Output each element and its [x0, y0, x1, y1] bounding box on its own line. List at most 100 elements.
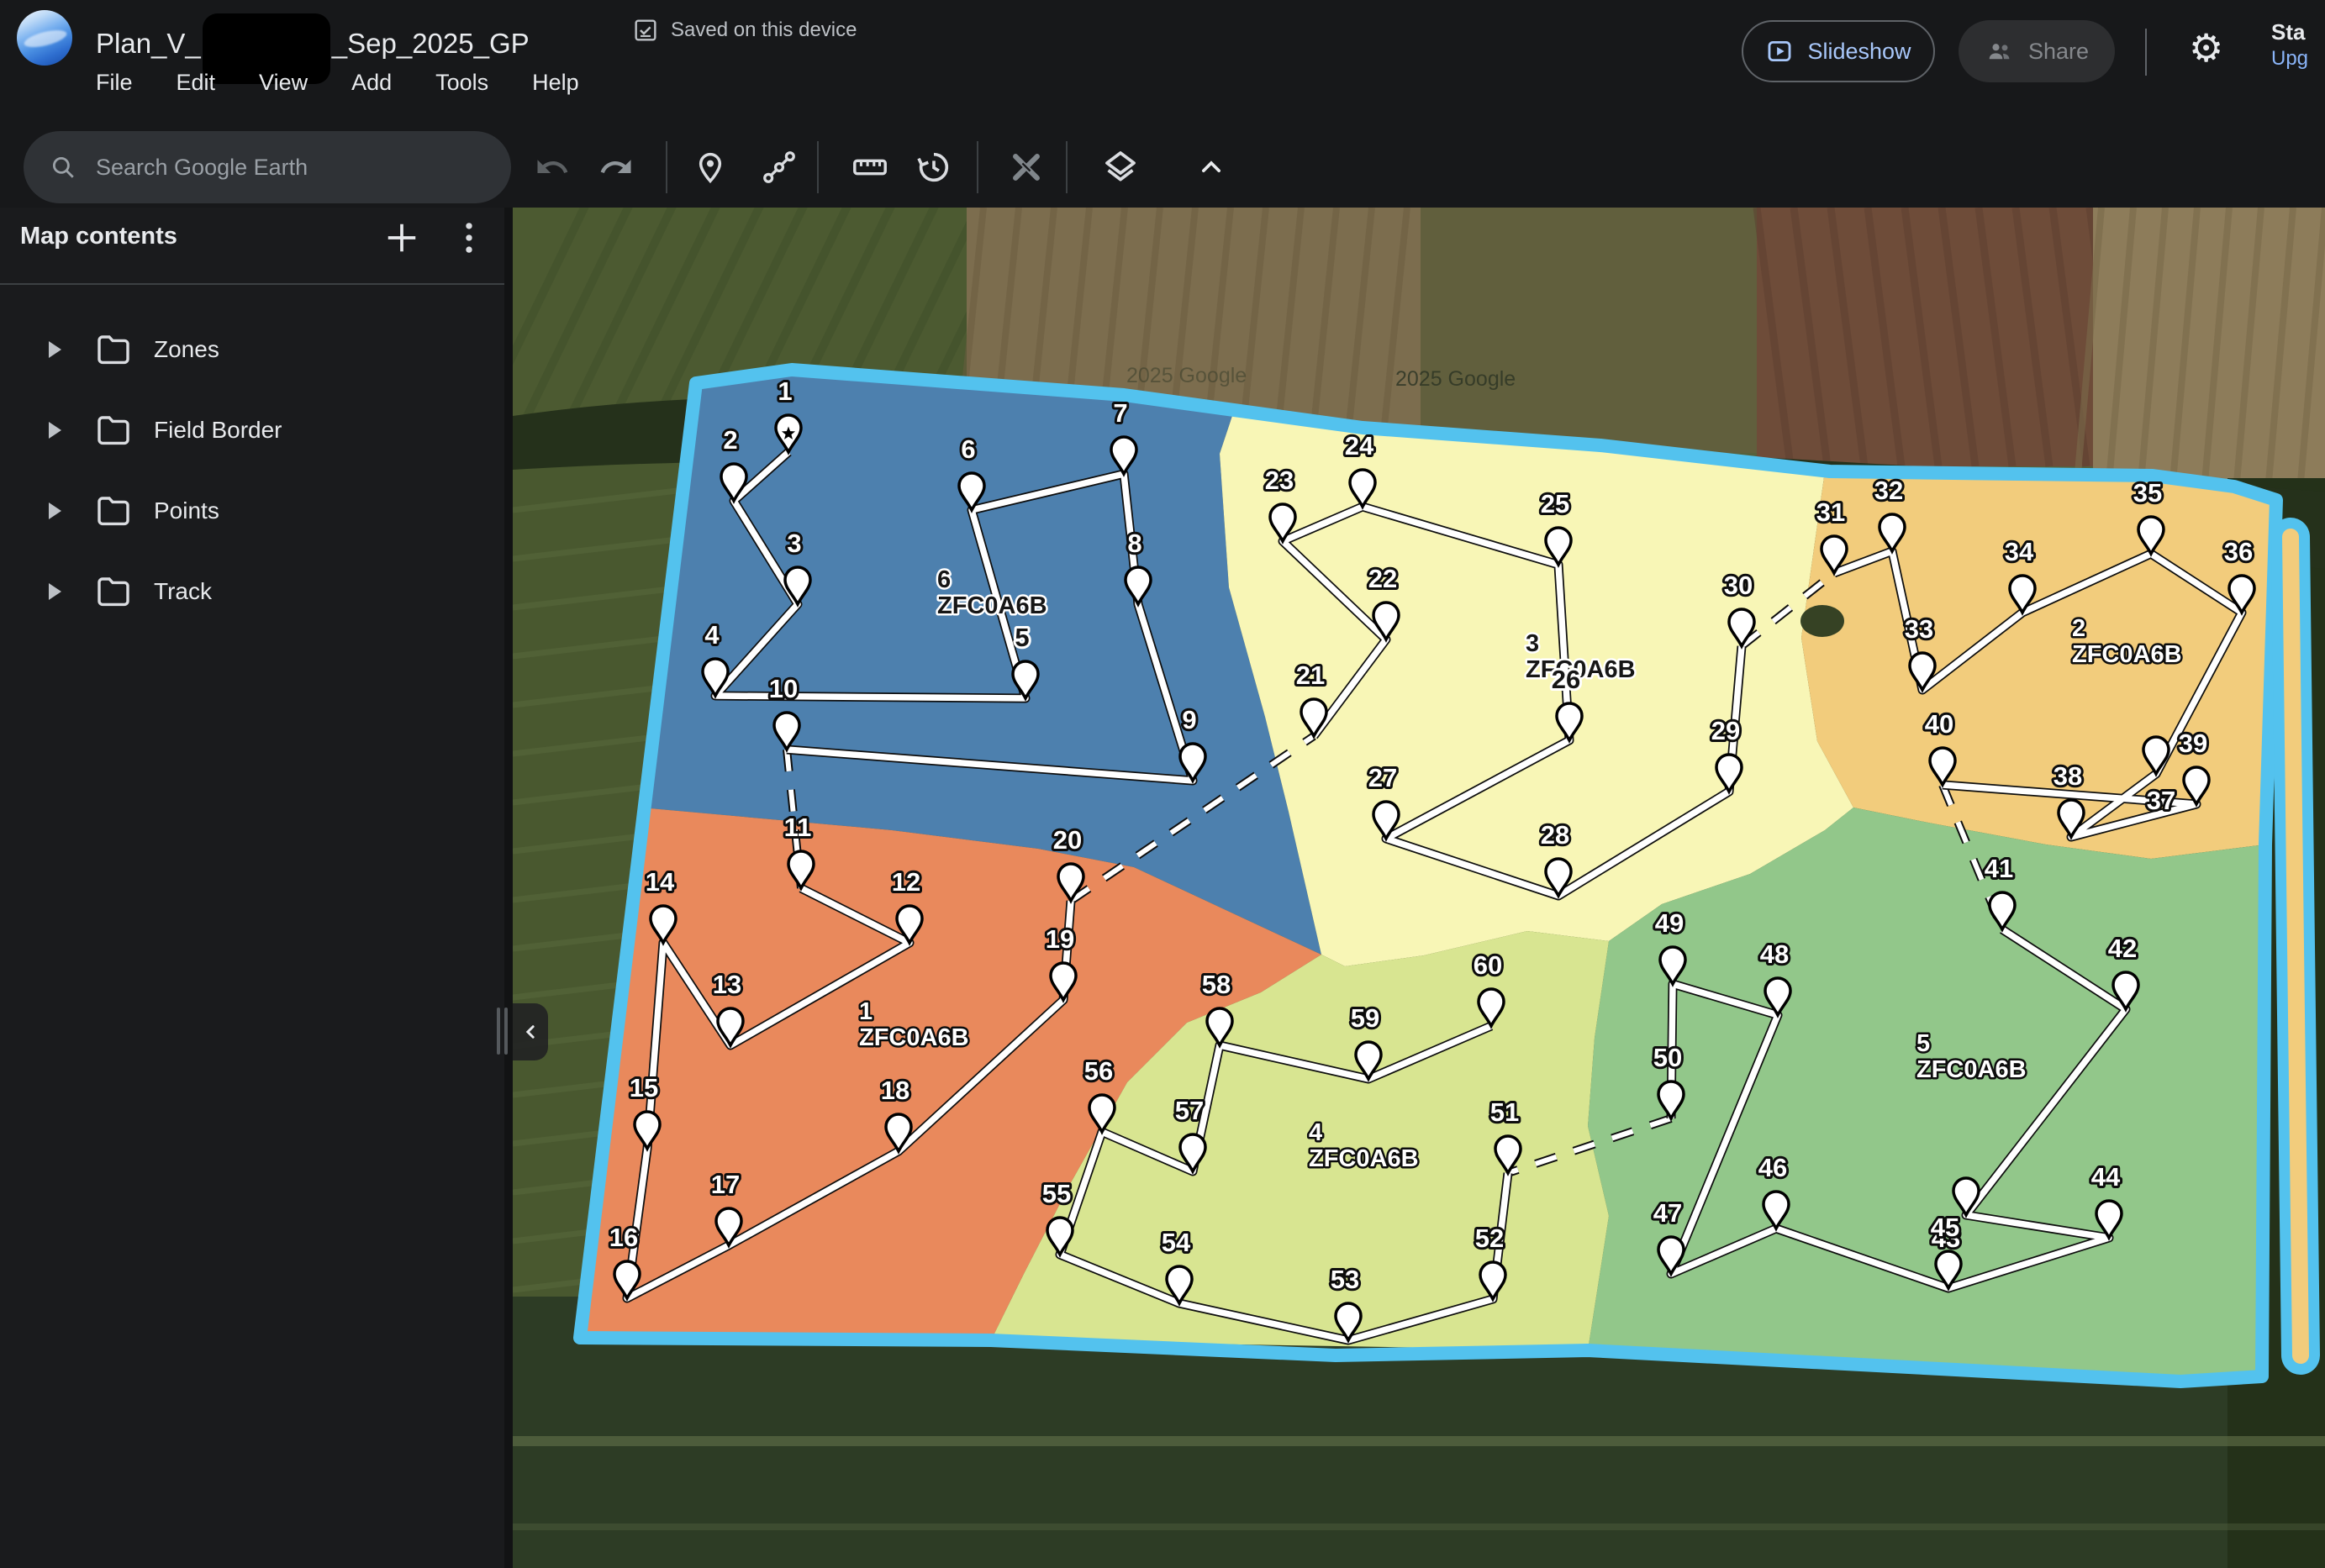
sidebar-resize-gutter[interactable]	[504, 208, 513, 1568]
expand-caret-icon[interactable]	[49, 422, 61, 439]
pin-number-53: 53	[1331, 1265, 1359, 1294]
pin-number-22: 22	[1368, 564, 1397, 593]
historical-imagery-icon[interactable]	[911, 145, 957, 190]
account-name-clipped: Sta	[2271, 18, 2308, 46]
tree-blob	[1800, 605, 1844, 637]
pin-number-51: 51	[1490, 1097, 1519, 1127]
share-people-icon	[1985, 36, 2015, 66]
add-item-icon[interactable]	[380, 216, 424, 264]
zone-label-6: ZFC0A6B	[937, 592, 1047, 619]
menu-file[interactable]: File	[96, 70, 133, 96]
pin-number-34: 34	[2005, 537, 2034, 566]
pin-number-41: 41	[1985, 854, 2013, 883]
slideshow-button[interactable]: Slideshow	[1742, 20, 1935, 82]
pin-number-10: 10	[769, 674, 798, 703]
measure-ruler-icon[interactable]	[847, 145, 893, 190]
google-earth-window: Plan_V_ _Sep_2025_GP Saved on this device…	[0, 0, 2325, 1568]
pin-number-37: 37	[2147, 786, 2175, 815]
pin-number-19: 19	[1046, 924, 1074, 954]
zone-2[interactable]	[1801, 471, 2276, 859]
pin-number-36: 36	[2224, 537, 2253, 566]
sidebar-item-zones[interactable]: Zones	[0, 310, 504, 389]
pin-number-25: 25	[1541, 489, 1569, 518]
collapse-toolbar-icon[interactable]	[1189, 145, 1234, 190]
pin-number-9: 9	[1182, 705, 1196, 734]
sidebar-item-track[interactable]: Track	[0, 552, 504, 631]
map-contents-panel: Map contents Zones Field Border Points T…	[0, 208, 504, 1568]
pin-number-7: 7	[1113, 398, 1127, 428]
pin-number-31: 31	[1816, 497, 1845, 527]
search-input[interactable]: Search Google Earth	[24, 131, 511, 203]
sidebar-item-field-border[interactable]: Field Border	[0, 391, 504, 470]
map-contents-title: Map contents	[20, 223, 177, 250]
zone-label-4: 4	[1309, 1119, 1322, 1146]
menu-view[interactable]: View	[259, 70, 308, 96]
pin-number-28: 28	[1541, 820, 1569, 850]
pin-number-27: 27	[1368, 763, 1397, 792]
title-suffix: _Sep_2025_GP	[332, 28, 530, 60]
pin-number-11: 11	[784, 813, 812, 842]
cut-tool-icon[interactable]	[1004, 145, 1049, 190]
title-prefix: Plan_V_	[96, 28, 201, 60]
pin-number-12: 12	[892, 867, 920, 897]
pin-number-13: 13	[713, 970, 741, 999]
chevron-left-icon	[518, 1019, 543, 1044]
google-earth-logo-icon[interactable]	[17, 10, 72, 66]
map-style-layers-icon[interactable]	[1098, 145, 1143, 190]
resize-handle[interactable]	[497, 1008, 508, 1055]
pin-number-33: 33	[1905, 614, 1933, 644]
pin-number-54: 54	[1162, 1228, 1191, 1257]
collapse-sidebar-tab[interactable]	[513, 1003, 548, 1060]
menu-help[interactable]: Help	[532, 70, 579, 96]
pin-number-23: 23	[1265, 466, 1294, 495]
menu-add[interactable]: Add	[351, 70, 392, 96]
toolbar-divider	[666, 141, 667, 193]
undo-icon[interactable]	[530, 145, 575, 190]
pin-number-39: 39	[2179, 729, 2207, 758]
sidebar-item-points[interactable]: Points	[0, 471, 504, 550]
pin-number-26: 26	[1552, 665, 1580, 694]
pin-number-1: 1	[778, 376, 792, 406]
menu-edit[interactable]: Edit	[177, 70, 216, 96]
zone-label-3: 3	[1526, 630, 1539, 657]
pin-number-47: 47	[1653, 1198, 1682, 1228]
pin-number-35: 35	[2133, 478, 2162, 508]
pin-number-18: 18	[881, 1076, 909, 1105]
menu-tools[interactable]: Tools	[435, 70, 488, 96]
pin-number-57: 57	[1175, 1096, 1204, 1125]
map-canvas[interactable]: 2025 Google2025 Google6ZFC0A6B1ZFC0A6B3Z…	[513, 208, 2325, 1568]
pin-number-59: 59	[1351, 1003, 1379, 1033]
app-header: Plan_V_ _Sep_2025_GP Saved on this device…	[0, 0, 2325, 126]
zone-label-2: ZFC0A6B	[2072, 641, 2182, 668]
sidebar-item-label: Zones	[154, 336, 219, 363]
pin-number-49: 49	[1655, 908, 1684, 938]
document-title[interactable]: Plan_V_ _Sep_2025_GP	[96, 8, 530, 79]
pin-number-3: 3	[787, 529, 801, 558]
header-divider	[2145, 29, 2147, 76]
pin-number-52: 52	[1475, 1223, 1504, 1253]
pin-number-44: 44	[2091, 1162, 2121, 1192]
map-viewport[interactable]: 2025 Google2025 Google6ZFC0A6B1ZFC0A6B3Z…	[513, 208, 2325, 1568]
share-label: Share	[2028, 39, 2089, 65]
upgrade-link-clipped[interactable]: Upg	[2271, 46, 2308, 71]
panel-menu-kebab-icon[interactable]	[447, 216, 491, 264]
pin-number-14: 14	[646, 867, 675, 897]
expand-caret-icon[interactable]	[49, 502, 61, 519]
pin-number-42: 42	[2108, 934, 2137, 963]
add-placemark-icon[interactable]	[688, 145, 733, 190]
expand-caret-icon[interactable]	[49, 583, 61, 600]
pin-number-21: 21	[1296, 660, 1325, 690]
pin-number-16: 16	[609, 1223, 638, 1252]
folder-icon	[93, 571, 134, 612]
pin-number-58: 58	[1202, 970, 1231, 999]
pin-number-2: 2	[723, 425, 737, 455]
redo-icon[interactable]	[593, 145, 639, 190]
slideshow-play-icon	[1765, 37, 1794, 66]
settings-gear-icon[interactable]: ⚙	[2189, 25, 2223, 71]
expand-caret-icon[interactable]	[49, 341, 61, 358]
add-path-icon[interactable]	[757, 145, 802, 190]
saved-status-text: Saved on this device	[671, 18, 857, 42]
account-area[interactable]: Sta Upg	[2271, 18, 2308, 71]
share-button[interactable]: Share	[1959, 20, 2115, 82]
pin-number-30: 30	[1724, 571, 1753, 600]
